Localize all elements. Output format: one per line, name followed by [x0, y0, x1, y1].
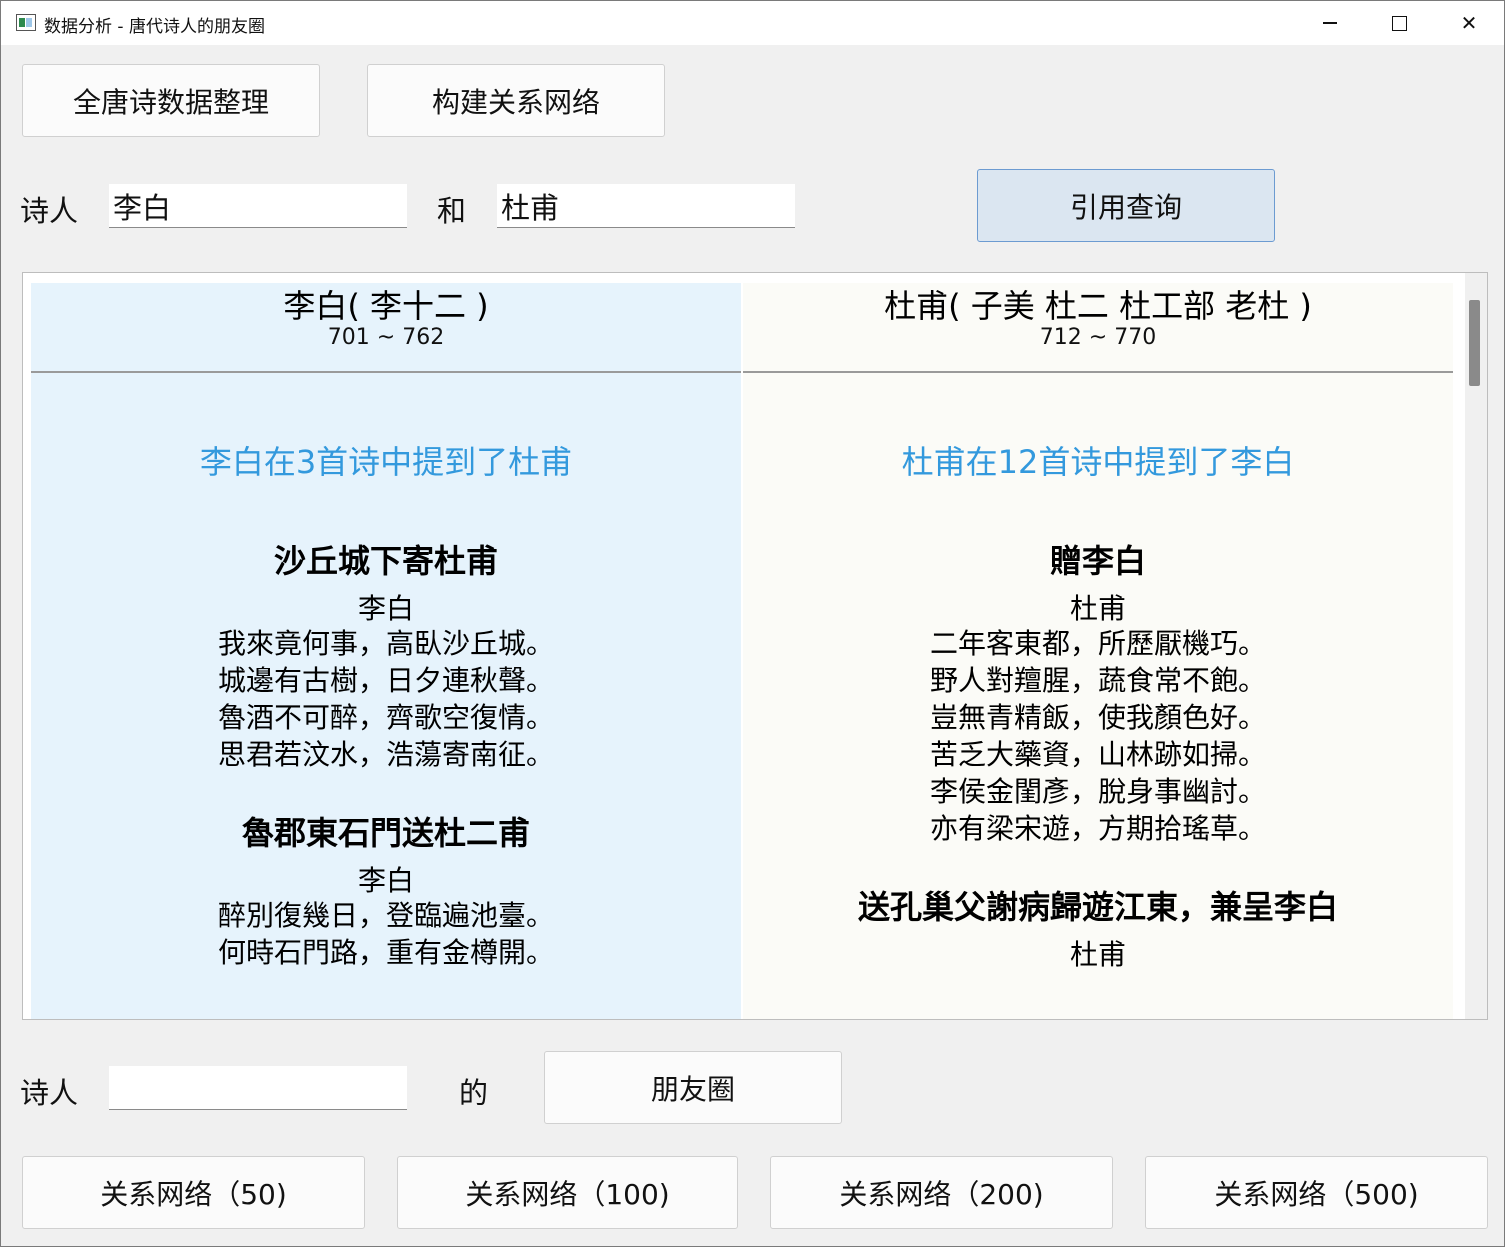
poem-line: 野人對羶腥，蔬食常不飽。 [929, 664, 1266, 697]
poem-author: 杜甫 [1069, 592, 1126, 625]
poem-line: 豈無青精飯，使我顏色好。 [929, 701, 1266, 734]
poet-a-header: 李白( 李十二 ) 701 ~ 762 [31, 283, 741, 373]
poem-title: 沙丘城下寄杜甫 [273, 542, 498, 580]
poem-line: 我來竟何事，高臥沙丘城。 [217, 627, 554, 660]
and-label: 和 [437, 194, 467, 228]
app-window: 数据分析 - 唐代诗人的朋友圈 ✕ 全唐诗数据整理 构建关系网络 诗人 和 引用… [0, 0, 1505, 1247]
title-bar[interactable]: 数据分析 - 唐代诗人的朋友圈 ✕ [1, 1, 1504, 45]
network-100-button[interactable]: 关系网络（100) [397, 1156, 738, 1229]
of-label: 的 [459, 1076, 489, 1110]
close-button[interactable]: ✕ [1439, 1, 1499, 45]
scrollbar-thumb[interactable] [1469, 300, 1480, 386]
minimize-icon [1323, 22, 1337, 24]
poet-b-years: 712 ~ 770 [1039, 325, 1157, 350]
poem-line: 醉別復幾日，登臨遍池臺。 [217, 899, 554, 932]
poem-author: 杜甫 [1069, 938, 1126, 971]
app-icon [16, 14, 36, 31]
close-icon: ✕ [1460, 11, 1478, 35]
poem-line: 城邊有古樹，日夕連秋聲。 [217, 664, 554, 697]
maximize-button[interactable] [1369, 1, 1429, 45]
poet-b-header: 杜甫( 子美 杜二 杜工部 老杜 ) 712 ~ 770 [743, 283, 1453, 373]
poem-line: 二年客東都，所歷厭機巧。 [929, 627, 1266, 660]
poem-line: 何時石門路，重有金樽開。 [217, 936, 554, 969]
friends-poet-input[interactable] [109, 1066, 407, 1110]
poem: 送孔巢父謝病歸遊江東，兼呈李白 杜甫 [743, 887, 1453, 971]
poet-a-name: 李白( 李十二 ) [283, 287, 489, 325]
poem-line: 魯酒不可醉，齊歌空復情。 [217, 701, 554, 734]
network-50-button[interactable]: 关系网络（50) [22, 1156, 365, 1229]
poet-a-years: 701 ~ 762 [327, 325, 445, 350]
friends-poet-label: 诗人 [20, 1076, 79, 1110]
poet-a-column: 李白( 李十二 ) 701 ~ 762 李白在3首诗中提到了杜甫 沙丘城下寄杜甫… [31, 283, 741, 1019]
results-view[interactable]: 李白( 李十二 ) 701 ~ 762 李白在3首诗中提到了杜甫 沙丘城下寄杜甫… [22, 272, 1488, 1020]
poem-title: 送孔巢父謝病歸遊江東，兼呈李白 [857, 888, 1338, 926]
citation-search-button[interactable]: 引用查询 [977, 169, 1275, 242]
build-network-button[interactable]: 构建关系网络 [367, 64, 665, 137]
poet-b-name: 杜甫( 子美 杜二 杜工部 老杜 ) [884, 287, 1312, 325]
poem-line: 亦有梁宋遊，方期拾瑤草。 [929, 812, 1266, 845]
poem: 贈李白 杜甫 二年客東都，所歷厭機巧。 野人對羶腥，蔬食常不飽。 豈無青精飯，使… [743, 541, 1453, 847]
poet-a-input[interactable] [109, 184, 407, 228]
poet-label: 诗人 [20, 194, 79, 228]
friend-circle-button[interactable]: 朋友圈 [544, 1051, 842, 1124]
window-title: 数据分析 - 唐代诗人的朋友圈 [44, 17, 265, 37]
poem-author: 李白 [357, 864, 414, 897]
poem-title: 魯郡東石門送杜二甫 [241, 814, 530, 852]
maximize-icon [1391, 15, 1407, 31]
poet-b-input[interactable] [497, 184, 795, 228]
poet-a-mention-count: 李白在3首诗中提到了杜甫 [199, 443, 573, 481]
minimize-button[interactable] [1300, 1, 1360, 45]
poem: 魯郡東石門送杜二甫 李白 醉別復幾日，登臨遍池臺。 何時石門路，重有金樽開。 [31, 813, 741, 971]
network-200-button[interactable]: 关系网络（200) [770, 1156, 1113, 1229]
poem-line: 思君若汶水，浩蕩寄南征。 [217, 738, 554, 771]
poem-title: 贈李白 [1049, 542, 1146, 580]
poem-line: 李侯金閨彥，脫身事幽討。 [929, 775, 1266, 808]
poem-author: 李白 [357, 592, 414, 625]
poem: 沙丘城下寄杜甫 李白 我來竟何事，高臥沙丘城。 城邊有古樹，日夕連秋聲。 魯酒不… [31, 541, 741, 773]
network-500-button[interactable]: 关系网络（500) [1145, 1156, 1488, 1229]
poem-line: 苦乏大藥資，山林跡如掃。 [929, 738, 1266, 771]
poet-b-mention-count: 杜甫在12首诗中提到了李白 [901, 443, 1295, 481]
collect-data-button[interactable]: 全唐诗数据整理 [22, 64, 320, 137]
poet-b-column: 杜甫( 子美 杜二 杜工部 老杜 ) 712 ~ 770 杜甫在12首诗中提到了… [743, 283, 1453, 1019]
